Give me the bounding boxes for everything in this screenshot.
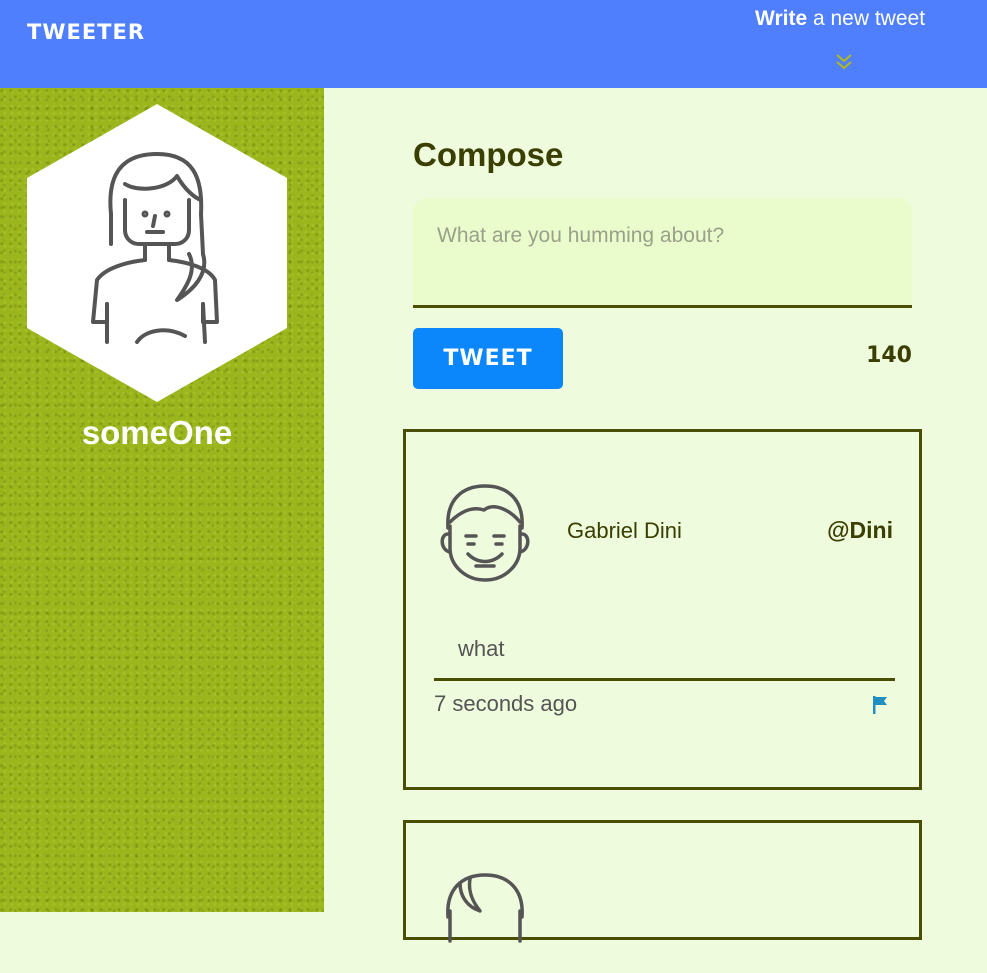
char-counter: 140 xyxy=(866,343,912,368)
profile-avatar xyxy=(27,104,287,402)
write-rest-text: a new tweet xyxy=(807,7,926,30)
compose-input[interactable] xyxy=(413,198,912,305)
profile-username: someOne xyxy=(81,414,233,451)
compose-box xyxy=(413,198,912,308)
brand-logo[interactable]: TWEETER xyxy=(27,20,145,44)
tweet-button[interactable]: TWEET xyxy=(413,328,563,389)
write-new-tweet-link[interactable]: Write a new tweet xyxy=(755,7,925,31)
double-chevron-down-icon[interactable] xyxy=(834,52,854,72)
tweet-timestamp: 7 seconds ago xyxy=(434,691,578,716)
flag-icon[interactable] xyxy=(872,695,888,715)
top-nav: TWEETER Write a new tweet xyxy=(0,0,987,88)
profile-sidebar: someOne xyxy=(0,88,324,912)
tweet-avatar xyxy=(440,484,530,582)
write-bold-text: Write xyxy=(755,7,808,30)
tweet-divider xyxy=(434,678,895,681)
tweet-card: Gabriel Dini @Dini what 7 seconds ago xyxy=(403,429,922,790)
tweet-author-handle[interactable]: @Dini xyxy=(827,517,893,544)
tweet-text: what xyxy=(458,636,505,661)
tweet-avatar xyxy=(446,873,524,943)
tweet-author-name[interactable]: Gabriel Dini xyxy=(567,518,682,544)
compose-title: Compose xyxy=(413,136,564,173)
tweet-card xyxy=(403,820,922,943)
